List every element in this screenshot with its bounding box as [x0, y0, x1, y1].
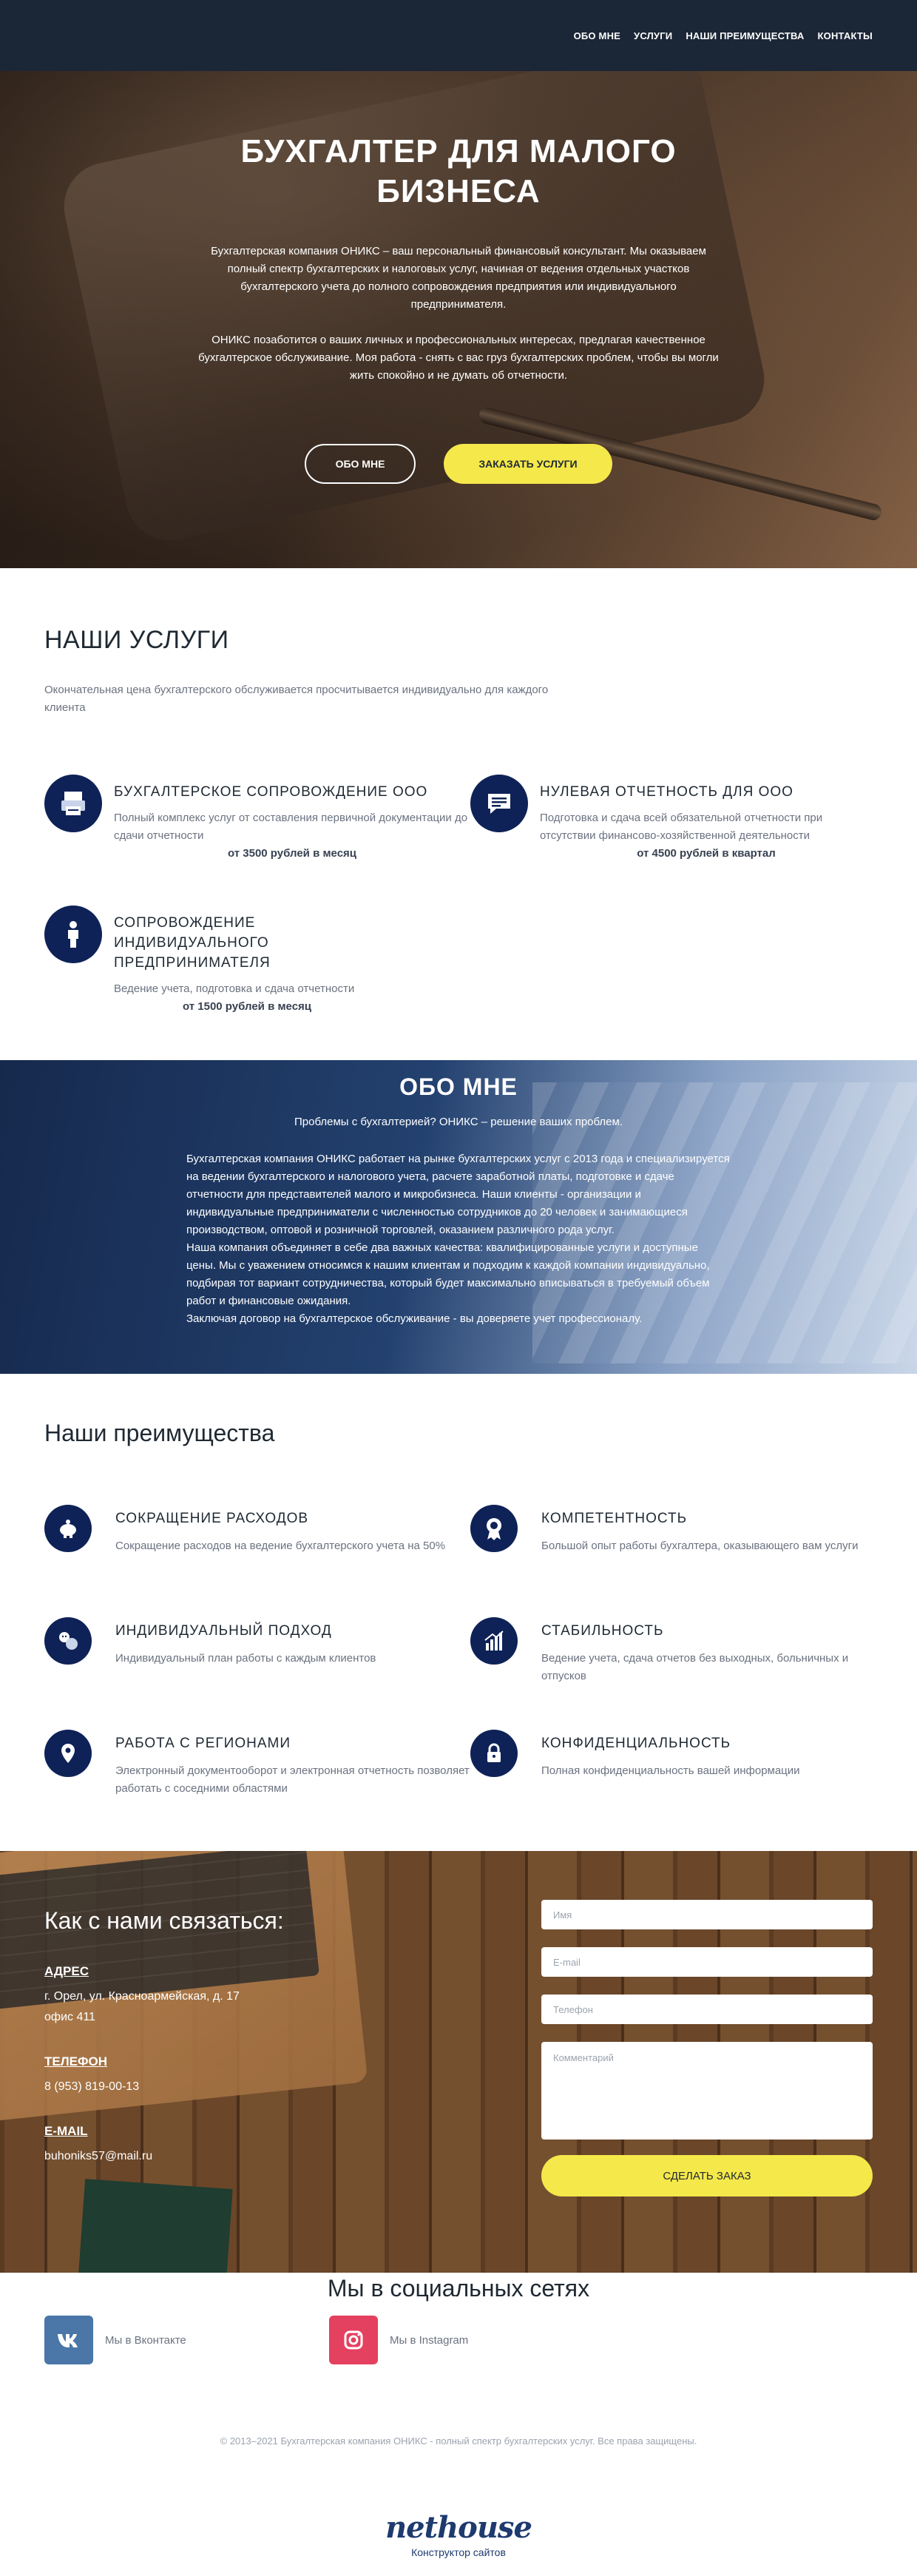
person-icon	[44, 906, 102, 963]
chat-icon	[470, 775, 528, 832]
advantage-title: ИНДИВИДУАЛЬНЫЙ ПОДХОД	[115, 1623, 332, 1639]
advantage-item: ИНДИВИДУАЛЬНЫЙ ПОДХОД Индивидуальный пла…	[44, 1617, 470, 1694]
instagram-label: Мы в Instagram	[390, 2333, 469, 2347]
piggy-bank-icon	[44, 1505, 92, 1552]
nav-link-about[interactable]: ОБО МНЕ	[574, 30, 620, 41]
services-subtitle: Окончательная цена бухгалтерского обслуж…	[44, 684, 549, 714]
advantage-title: КОМПЕТЕНТНОСТЬ	[541, 1511, 688, 1526]
printer-icon	[44, 775, 102, 832]
top-nav: ОБО МНЕ УСЛУГИ НАШИ ПРЕИМУЩЕСТВА КОНТАКТ…	[0, 0, 917, 71]
advantage-item: СОКРАЩЕНИЕ РАСХОДОВ Сокращение расходов …	[44, 1505, 470, 1582]
hero-title-line1: БУХГАЛТЕР ДЛЯ МАЛОГО	[240, 133, 677, 169]
copyright-text: © 2013–2021 Бухгалтерская компания ОНИКС…	[220, 2435, 697, 2447]
advantage-description: Полная конфиденциальность вашей информац…	[541, 1764, 800, 1777]
contact-background-book	[78, 2179, 233, 2273]
lock-icon	[470, 1730, 518, 1777]
order-services-button[interactable]: ЗАКАЗАТЬ УСЛУГИ	[444, 444, 612, 484]
nav-link-contacts[interactable]: КОНТАКТЫ	[818, 30, 873, 41]
nethouse-subtitle: Конструктор сайтов	[411, 2546, 506, 2558]
hero-section: БУХГАЛТЕР ДЛЯ МАЛОГО БИЗНЕСА Бухгалтерск…	[0, 71, 917, 568]
about-text: Бухгалтерская компания ОНИКС работает на…	[186, 1153, 730, 1325]
service-description: Подготовка и сдача всей обязательной отч…	[540, 812, 823, 842]
service-item: БУХГАЛТЕРСКОЕ СОПРОВОЖДЕНИЕ ООО Полный к…	[44, 775, 470, 863]
advantage-item: СТАБИЛЬНОСТЬ Ведение учета, сдача отчето…	[470, 1617, 873, 1694]
hero-title-line2: БИЗНЕСА	[376, 173, 541, 209]
about-lead: Проблемы с бухгалтерией? ОНИКС – решение…	[294, 1116, 623, 1128]
advantage-description: Электронный документооборот и электронна…	[115, 1764, 470, 1795]
advantage-title: РАБОТА С РЕГИОНАМИ	[115, 1736, 291, 1751]
phone-value: 8 (953) 819-00-13	[44, 2080, 140, 2093]
hero-title: БУХГАЛТЕР ДЛЯ МАЛОГО БИЗНЕСА	[0, 132, 917, 212]
service-title: НУЛЕВАЯ ОТЧЕТНОСТЬ ДЛЯ ООО	[540, 784, 794, 800]
phone-label: ТЕЛЕФОН	[44, 2054, 107, 2068]
nav-link-advantages[interactable]: НАШИ ПРЕИМУЩЕСТВА	[686, 30, 804, 41]
vk-icon	[44, 2316, 93, 2364]
service-price: от 1500 рублей в месяц	[182, 1000, 312, 1013]
advantage-description: Индивидуальный план работы с каждым клие…	[115, 1652, 376, 1665]
service-title: БУХГАЛТЕРСКОЕ СОПРОВОЖДЕНИЕ ООО	[114, 784, 428, 800]
people-icon	[44, 1617, 92, 1665]
services-title: НАШИ УСЛУГИ	[44, 626, 229, 654]
hero-paragraph-2: ОНИКС позаботится о ваших личных и профе…	[198, 334, 719, 382]
name-input[interactable]	[541, 1900, 873, 1929]
award-icon	[470, 1505, 518, 1552]
service-item: СОПРОВОЖДЕНИЕ ИНДИВИДУАЛЬНОГО ПРЕДПРИНИМ…	[44, 906, 470, 1016]
service-description: Полный комплекс услуг от составления пер…	[114, 812, 468, 842]
nethouse-logo: nethouse	[385, 2510, 532, 2545]
service-item: НУЛЕВАЯ ОТЧЕТНОСТЬ ДЛЯ ООО Подготовка и …	[470, 775, 873, 863]
advantage-item: КОНФИДЕНЦИАЛЬНОСТЬ Полная конфиденциальн…	[470, 1730, 873, 1807]
service-description: Ведение учета, подготовка и сдача отчетн…	[114, 982, 355, 995]
instagram-link[interactable]: Мы в Instagram	[329, 2316, 614, 2364]
advantage-description: Сокращение расходов на ведение бухгалтер…	[115, 1540, 446, 1552]
vk-link[interactable]: Мы в Вконтакте	[44, 2316, 329, 2364]
social-title: Мы в социальных сетях	[327, 2275, 590, 2302]
instagram-icon	[329, 2316, 378, 2364]
growth-chart-icon	[470, 1617, 518, 1665]
nav-link-services[interactable]: УСЛУГИ	[634, 30, 672, 41]
social-section: Мы в социальных сетях Мы в Вконтакте Мы …	[0, 2273, 917, 2575]
order-form: СДЕЛАТЬ ЗАКАЗ	[541, 1900, 873, 2196]
about-section: ОБО МНЕ Проблемы с бухгалтерией? ОНИКС –…	[0, 1060, 917, 1374]
service-title: СОПРОВОЖДЕНИЕ ИНДИВИДУАЛЬНОГО ПРЕДПРИНИМ…	[114, 915, 271, 971]
location-pin-icon	[44, 1730, 92, 1777]
advantage-title: СОКРАЩЕНИЕ РАСХОДОВ	[115, 1511, 309, 1526]
comment-textarea[interactable]	[541, 2042, 873, 2140]
about-title: ОБО МНЕ	[399, 1073, 518, 1100]
advantages-title: Наши преимущества	[44, 1420, 275, 1446]
services-section: НАШИ УСЛУГИ Окончательная цена бухгалтер…	[0, 568, 917, 1060]
hero-paragraph-1: Бухгалтерская компания ОНИКС – ваш персо…	[211, 245, 706, 311]
contact-section: Как с нами связаться: АДРЕС г. Орел, ул.…	[0, 1851, 917, 2273]
address-value: г. Орел, ул. Красноармейская, д. 17 офис…	[44, 1990, 240, 2023]
advantage-description: Ведение учета, сдача отчетов без выходны…	[541, 1652, 849, 1682]
phone-input[interactable]	[541, 1995, 873, 2024]
service-price: от 3500 рублей в месяц	[227, 847, 357, 860]
advantage-title: СТАБИЛЬНОСТЬ	[541, 1623, 664, 1639]
place-order-button[interactable]: СДЕЛАТЬ ЗАКАЗ	[541, 2155, 873, 2196]
advantage-item: РАБОТА С РЕГИОНАМИ Электронный документо…	[44, 1730, 470, 1807]
advantage-item: КОМПЕТЕНТНОСТЬ Большой опыт работы бухга…	[470, 1505, 873, 1582]
advantage-title: КОНФИДЕНЦИАЛЬНОСТЬ	[541, 1736, 731, 1751]
advantages-section: Наши преимущества СОКРАЩЕНИЕ РАСХОДОВ Со…	[0, 1374, 917, 1851]
vk-label: Мы в Вконтакте	[105, 2333, 186, 2347]
email-label: E-MAIL	[44, 2124, 88, 2138]
contact-title: Как с нами связаться:	[44, 1907, 284, 1934]
email-value: buhoniks57@mail.ru	[44, 2150, 153, 2162]
about-me-button[interactable]: ОБО МНЕ	[305, 444, 416, 484]
email-input[interactable]	[541, 1947, 873, 1977]
address-label: АДРЕС	[44, 1964, 89, 1978]
nethouse-brand[interactable]: nethouse Конструктор сайтов	[0, 2510, 917, 2575]
advantage-description: Большой опыт работы бухгалтера, оказываю…	[541, 1540, 859, 1552]
service-price: от 4500 рублей в квартал	[637, 847, 776, 860]
